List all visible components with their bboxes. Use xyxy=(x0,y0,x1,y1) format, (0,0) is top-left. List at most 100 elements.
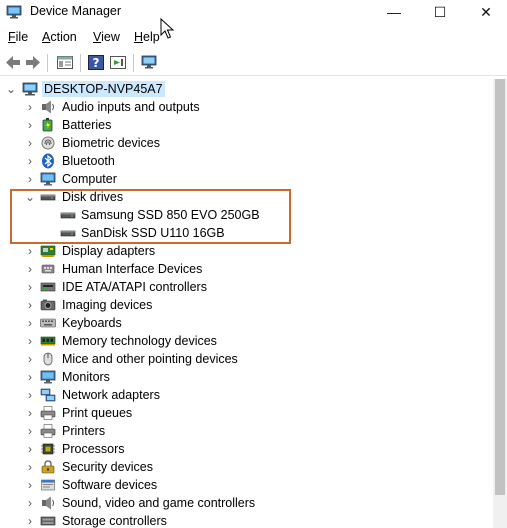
category-label: Biometric devices xyxy=(62,136,160,150)
tree-category-row[interactable]: › Batteries xyxy=(0,116,480,134)
tree-category-row[interactable]: › Keyboards xyxy=(0,314,480,332)
device-manager-icon xyxy=(6,5,22,19)
category-label: Computer xyxy=(62,172,117,186)
toolbar-separator xyxy=(80,54,81,72)
tree-category-row[interactable]: › Computer xyxy=(0,170,480,188)
forward-icon[interactable] xyxy=(24,54,42,71)
category-label: Processors xyxy=(62,442,125,456)
chevron-right-icon[interactable]: › xyxy=(24,153,36,169)
svg-text:?: ? xyxy=(93,56,100,70)
category-label: Sound, video and game controllers xyxy=(62,496,256,510)
tree-category-row[interactable]: › Printers xyxy=(0,422,480,440)
tree-category-row[interactable]: › Network adapters xyxy=(0,386,480,404)
category-label: Printers xyxy=(62,424,106,438)
category-label: Monitors xyxy=(62,370,110,384)
tree-category-row[interactable]: › Memory technology devices xyxy=(0,332,480,350)
window-title: Device Manager xyxy=(30,4,122,18)
chevron-right-icon[interactable]: › xyxy=(24,315,36,331)
toolbar-separator xyxy=(133,54,134,72)
category-label: Batteries xyxy=(62,118,112,132)
chevron-right-icon[interactable]: › xyxy=(24,99,36,115)
menu-help[interactable]: Help xyxy=(134,30,160,44)
chevron-right-icon[interactable]: › xyxy=(24,171,36,187)
software-device-icon xyxy=(40,477,56,493)
tree-category-row[interactable]: › Processors xyxy=(0,440,480,458)
menu-file[interactable]: File xyxy=(8,30,28,44)
chevron-right-icon[interactable]: › xyxy=(24,243,36,259)
category-label: Storage controllers xyxy=(62,514,167,528)
chevron-right-icon[interactable]: › xyxy=(24,477,36,493)
chevron-right-icon[interactable]: › xyxy=(24,135,36,151)
category-label: Display adapters xyxy=(62,244,156,258)
tree-category-row[interactable]: › Security devices xyxy=(0,458,480,476)
update-driver-icon[interactable] xyxy=(109,54,127,71)
mouse-icon xyxy=(40,351,56,367)
tree-category-row[interactable]: › Sound, video and game controllers xyxy=(0,494,480,512)
close-icon: ✕ xyxy=(480,4,492,20)
category-label: Print queues xyxy=(62,406,133,420)
display-adapter-icon xyxy=(40,243,56,259)
chevron-right-icon[interactable]: › xyxy=(24,387,36,403)
chevron-right-icon[interactable]: › xyxy=(24,117,36,133)
tree-category-row[interactable]: › Software devices xyxy=(0,476,480,494)
speaker-icon xyxy=(40,99,56,115)
chevron-down-icon[interactable]: ⌄ xyxy=(5,81,17,97)
menu-bar: File Action View Help xyxy=(0,27,507,48)
tree-category-row[interactable]: › Mice and other pointing devices xyxy=(0,350,480,368)
chevron-right-icon[interactable]: › xyxy=(24,297,36,313)
category-label: Human Interface Devices xyxy=(62,262,203,276)
chevron-right-icon[interactable]: › xyxy=(24,351,36,367)
memory-icon xyxy=(40,333,56,349)
chevron-right-icon[interactable]: › xyxy=(24,279,36,295)
chevron-right-icon[interactable]: › xyxy=(24,513,36,528)
tree-category-row[interactable]: › Audio inputs and outputs xyxy=(0,98,480,116)
back-icon[interactable] xyxy=(4,54,22,71)
help-icon[interactable]: ? xyxy=(87,54,105,71)
chevron-right-icon[interactable]: › xyxy=(24,369,36,385)
monitor-icon xyxy=(40,171,56,187)
toolbar-separator xyxy=(47,54,48,72)
chevron-right-icon[interactable]: › xyxy=(24,459,36,475)
ide-controller-icon xyxy=(40,279,56,295)
scan-hardware-icon[interactable] xyxy=(140,54,158,71)
battery-icon xyxy=(40,117,56,133)
scrollbar-thumb[interactable] xyxy=(495,79,505,495)
tree-category-row[interactable]: › Display adapters xyxy=(0,242,480,260)
category-label: Audio inputs and outputs xyxy=(62,100,200,114)
close-button[interactable]: ✕ xyxy=(463,0,507,25)
menu-view[interactable]: View xyxy=(93,30,120,44)
bluetooth-icon xyxy=(40,153,56,169)
tree-root-node[interactable]: ⌄ DESKTOP-NVP45A7 xyxy=(0,80,480,98)
printer-icon xyxy=(40,423,56,439)
network-icon xyxy=(40,387,56,403)
category-label: Memory technology devices xyxy=(62,334,217,348)
tree-category-row[interactable]: › IDE ATA/ATAPI controllers xyxy=(0,278,480,296)
tree-category-row[interactable]: › Biometric devices xyxy=(0,134,480,152)
chevron-right-icon[interactable]: › xyxy=(24,495,36,511)
speaker-icon xyxy=(40,495,56,511)
category-label: Imaging devices xyxy=(62,298,153,312)
keyboard-icon xyxy=(40,315,56,331)
chevron-right-icon[interactable]: › xyxy=(24,405,36,421)
tree-category-row[interactable]: › Imaging devices xyxy=(0,296,480,314)
chevron-right-icon[interactable]: › xyxy=(24,261,36,277)
chevron-right-icon[interactable]: › xyxy=(24,441,36,457)
camera-icon xyxy=(40,297,56,313)
computer-name-label: DESKTOP-NVP45A7 xyxy=(42,81,165,97)
chevron-right-icon[interactable]: › xyxy=(24,333,36,349)
computer-icon xyxy=(22,81,38,97)
printer-icon xyxy=(40,405,56,421)
maximize-button[interactable]: ☐ xyxy=(417,0,463,25)
maximize-icon: ☐ xyxy=(433,4,447,20)
properties-icon[interactable] xyxy=(56,54,74,71)
tree-category-row[interactable]: › Print queues xyxy=(0,404,480,422)
chevron-right-icon[interactable]: › xyxy=(24,423,36,439)
tree-category-row[interactable]: › Bluetooth xyxy=(0,152,480,170)
tree-category-row[interactable]: › Storage controllers xyxy=(0,512,480,528)
vertical-scrollbar[interactable] xyxy=(493,79,507,528)
minimize-button[interactable]: — xyxy=(371,0,417,25)
tree-category-row[interactable]: › Monitors xyxy=(0,368,480,386)
menu-action[interactable]: Action xyxy=(42,30,77,44)
tree-category-row[interactable]: › Human Interface Devices xyxy=(0,260,480,278)
title-bar: Device Manager — ☐ ✕ xyxy=(0,0,507,25)
